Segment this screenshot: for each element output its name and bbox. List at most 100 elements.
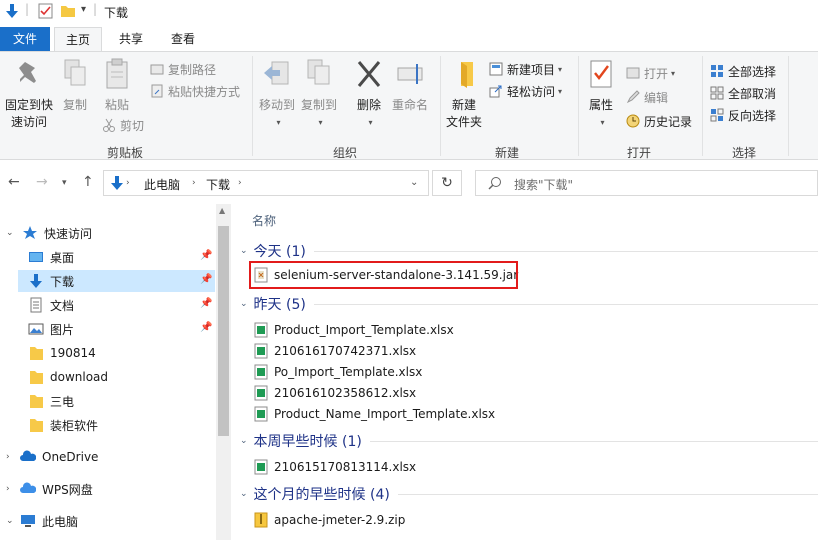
nav-quick-access[interactable]: 快速访问 bbox=[22, 222, 92, 244]
file-item[interactable]: Product_Import_Template.xlsx bbox=[254, 320, 454, 340]
ribbon-divider bbox=[702, 56, 703, 156]
cut-button[interactable]: 剪切 bbox=[102, 116, 144, 134]
document-icon bbox=[30, 297, 42, 313]
copy-icon bbox=[64, 59, 86, 86]
file-item[interactable]: Product_Name_Import_Template.xlsx bbox=[254, 404, 495, 424]
breadcrumb-this-pc[interactable]: 此电脑 bbox=[144, 176, 180, 193]
quick-access-dropdown-icon[interactable]: ▾ bbox=[81, 4, 86, 15]
ribbon-divider bbox=[440, 56, 441, 156]
forward-icon[interactable]: → bbox=[36, 174, 48, 190]
star-icon bbox=[23, 226, 37, 239]
invert-selection-button[interactable]: 反向选择 bbox=[710, 106, 776, 124]
refresh-button[interactable]: ↻ bbox=[432, 170, 462, 196]
new-folder-icon[interactable] bbox=[60, 3, 76, 19]
new-folder-button[interactable]: 新建 文件夹 bbox=[442, 58, 486, 131]
properties-check-icon[interactable] bbox=[38, 3, 54, 19]
new-item-button[interactable]: 新建项目 ▾ bbox=[489, 60, 562, 78]
paste-icon bbox=[106, 58, 128, 89]
collapse-chevron-icon[interactable]: ⌄ bbox=[6, 516, 14, 526]
nav-item-folder[interactable]: download bbox=[28, 366, 108, 388]
column-header-name[interactable]: 名称 bbox=[252, 212, 276, 229]
select-all-button[interactable]: 全部选择 bbox=[710, 62, 776, 80]
open-button[interactable]: 打开 ▾ bbox=[626, 64, 675, 82]
file-item[interactable]: apache-jmeter-2.9.zip bbox=[254, 510, 405, 530]
pin-icon: 📌 bbox=[200, 274, 213, 285]
group-collapse-icon: ⌄ bbox=[240, 489, 248, 499]
folder-icon bbox=[30, 347, 43, 360]
easy-access-button[interactable]: 轻松访问 ▾ bbox=[489, 82, 562, 100]
new-folder-icon bbox=[461, 62, 473, 88]
breadcrumb-downloads[interactable]: 下载 bbox=[206, 176, 230, 193]
navigation-pane: ⌄ 快速访问 桌面 📌 下载 📌 文档 📌 图片 📌 190814 downlo… bbox=[0, 204, 232, 540]
address-dropdown-icon[interactable]: ⌄ bbox=[410, 177, 418, 188]
recent-locations-icon[interactable]: ▾ bbox=[62, 178, 67, 188]
computer-icon bbox=[21, 515, 35, 527]
download-arrow-icon bbox=[30, 274, 42, 288]
rename-icon bbox=[397, 64, 423, 84]
nav-item-downloads[interactable]: 下载 bbox=[18, 270, 215, 292]
tab-home[interactable]: 主页 bbox=[54, 27, 102, 51]
pin-to-quick-access-button[interactable]: 固定到快 速访问 bbox=[4, 58, 54, 131]
new-item-dropdown-icon: ▾ bbox=[558, 64, 563, 74]
tab-share[interactable]: 共享 bbox=[108, 27, 154, 51]
nav-onedrive[interactable]: OneDrive bbox=[20, 446, 98, 468]
back-icon[interactable]: ← bbox=[8, 174, 20, 190]
expand-chevron-icon[interactable]: › bbox=[6, 484, 10, 494]
file-item[interactable]: 210615170813114.xlsx bbox=[254, 457, 416, 477]
copy-to-button[interactable]: 复制到 ▾ bbox=[300, 58, 338, 131]
nav-wps-drive[interactable]: WPS网盘 bbox=[20, 478, 93, 500]
file-item[interactable]: 210616170742371.xlsx bbox=[254, 341, 416, 361]
edit-pencil-icon bbox=[626, 90, 640, 104]
pin-icon: 📌 bbox=[200, 250, 213, 261]
delete-button[interactable]: 删除 ▾ bbox=[354, 58, 384, 131]
nav-item-folder[interactable]: 190814 bbox=[28, 342, 96, 364]
easy-access-dropdown-icon: ▾ bbox=[558, 86, 563, 96]
nav-item-pictures[interactable]: 图片 bbox=[28, 318, 74, 340]
group-header-earlier-this-week[interactable]: ⌄ 本周早些时候 (1) bbox=[240, 431, 818, 451]
move-to-button[interactable]: 移动到 ▾ bbox=[258, 58, 296, 131]
search-input[interactable]: 搜索"下载" bbox=[475, 170, 818, 196]
group-header-earlier-this-month[interactable]: ⌄ 这个月的早些时候 (4) bbox=[240, 484, 818, 504]
folder-icon bbox=[30, 371, 43, 384]
nav-pane-scrollbar[interactable]: ▲ bbox=[216, 204, 231, 540]
group-header-yesterday[interactable]: ⌄ 昨天 (5) bbox=[240, 294, 818, 314]
collapse-chevron-icon[interactable]: ⌄ bbox=[6, 228, 14, 238]
nav-item-desktop[interactable]: 桌面 bbox=[28, 246, 74, 268]
file-item[interactable]: Po_Import_Template.xlsx bbox=[254, 362, 422, 382]
paste-shortcut-button[interactable]: 粘贴快捷方式 bbox=[150, 82, 240, 100]
history-button[interactable]: 历史记录 bbox=[626, 112, 692, 130]
scrollbar-thumb[interactable] bbox=[218, 226, 229, 436]
properties-check-icon bbox=[590, 60, 612, 88]
select-none-button[interactable]: 全部取消 bbox=[710, 84, 776, 102]
download-arrow-icon[interactable] bbox=[4, 3, 20, 19]
select-all-icon bbox=[711, 65, 723, 77]
nav-this-pc[interactable]: 此电脑 bbox=[20, 510, 78, 532]
expand-chevron-icon[interactable]: › bbox=[6, 452, 10, 462]
tab-file[interactable]: 文件 bbox=[0, 27, 50, 51]
up-icon[interactable]: ↑ bbox=[82, 174, 94, 190]
new-group-label: 新建 bbox=[494, 146, 519, 160]
file-item[interactable]: 210616102358612.xlsx bbox=[254, 383, 416, 403]
search-placeholder: 搜索"下载" bbox=[514, 178, 574, 192]
copy-to-dropdown-icon: ▾ bbox=[318, 118, 323, 127]
copy-button[interactable]: 复制 bbox=[58, 58, 92, 114]
breadcrumb-separator-icon: › bbox=[126, 178, 130, 188]
folder-icon bbox=[30, 419, 43, 432]
desktop-icon bbox=[29, 252, 43, 262]
tab-view[interactable]: 查看 bbox=[160, 27, 206, 51]
edit-button[interactable]: 编辑 bbox=[626, 88, 668, 106]
nav-item-documents[interactable]: 文档 bbox=[28, 294, 74, 316]
scroll-up-icon[interactable]: ▲ bbox=[219, 206, 225, 215]
nav-item-folder[interactable]: 装柜软件 bbox=[28, 414, 98, 436]
group-header-today[interactable]: ⌄ 今天 (1) bbox=[240, 241, 818, 261]
breadcrumb-separator-icon: › bbox=[238, 178, 242, 188]
clipboard-group-label: 剪贴板 bbox=[106, 146, 143, 160]
properties-button[interactable]: 属性 ▾ bbox=[582, 58, 620, 131]
copy-path-button[interactable]: 复制路径 bbox=[150, 60, 216, 78]
group-collapse-icon: ⌄ bbox=[240, 299, 248, 309]
ribbon: 固定到快 速访问 复制 粘贴 复制路径 粘贴快捷方式 剪切 剪贴板 移动到 ▾ … bbox=[0, 51, 818, 160]
rename-button[interactable]: 重命名 bbox=[390, 58, 430, 114]
paste-button[interactable]: 粘贴 bbox=[100, 58, 134, 114]
nav-item-folder[interactable]: 三电 bbox=[28, 390, 74, 412]
address-bar[interactable]: › 此电脑 › 下载 › ⌄ bbox=[103, 170, 429, 196]
